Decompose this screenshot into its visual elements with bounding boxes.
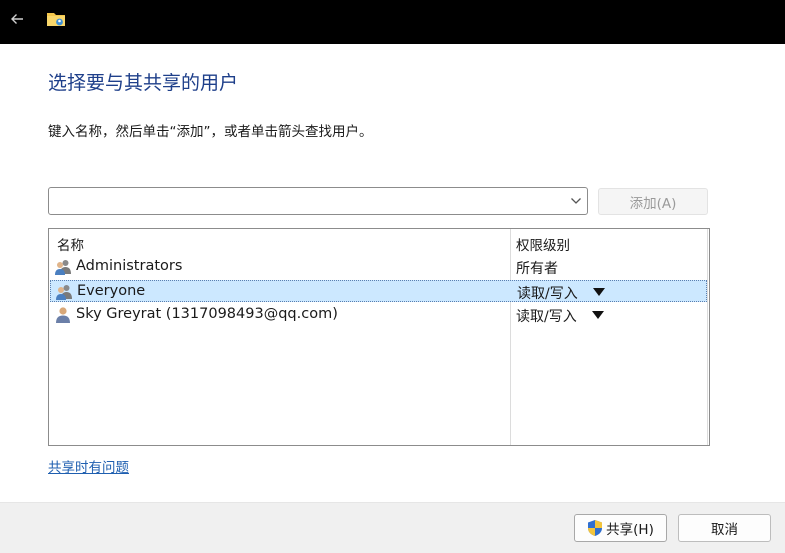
user-name: Everyone — [77, 283, 146, 299]
column-header-permission[interactable]: 权限级别 — [516, 234, 570, 254]
title-bar — [0, 0, 785, 44]
user-group-icon — [55, 260, 71, 275]
share-button[interactable]: 共享(H) — [574, 514, 667, 542]
permission-level: 所有者 — [516, 261, 558, 277]
dialog-footer: 共享(H) 取消 — [0, 502, 785, 553]
arrow-left-icon — [11, 14, 23, 24]
share-button-label: 共享(H) — [606, 522, 654, 538]
user-name-input[interactable] — [55, 191, 560, 211]
shared-folder-icon — [47, 13, 65, 26]
permission-level[interactable]: 读取/写入 — [516, 306, 577, 326]
instruction-text: 键入名称，然后单击“添加”，或者单击箭头查找用户。 — [48, 124, 373, 140]
sharing-help-link[interactable]: 共享时有问题 — [48, 456, 129, 476]
add-button[interactable]: 添加(A) — [598, 188, 708, 215]
user-name-combobox[interactable] — [48, 187, 588, 215]
combobox-dropdown-button[interactable] — [569, 194, 583, 208]
chevron-down-icon — [571, 198, 581, 204]
column-divider — [707, 229, 708, 445]
user-permissions-list[interactable]: 名称 权限级别 Administrators 所有者 Everyone 读取/写… — [48, 228, 710, 446]
column-header-name[interactable]: 名称 — [57, 234, 84, 254]
list-header: 名称 权限级别 — [49, 229, 709, 255]
caret-down-icon[interactable] — [592, 310, 604, 320]
user-row-everyone[interactable]: Everyone 读取/写入 — [50, 280, 707, 302]
page-title: 选择要与其共享的用户 — [48, 72, 239, 94]
user-icon — [56, 307, 70, 323]
user-group-icon — [56, 285, 72, 300]
cancel-button[interactable]: 取消 — [678, 514, 771, 542]
user-name: Sky Greyrat (1317098493@qq.com) — [76, 306, 338, 322]
back-button[interactable] — [4, 6, 30, 32]
caret-down-icon[interactable] — [593, 287, 605, 297]
permission-level[interactable]: 读取/写入 — [517, 283, 578, 303]
user-row-administrators[interactable]: Administrators 所有者 — [50, 256, 707, 278]
user-name: Administrators — [76, 258, 183, 274]
user-row-sky-greyrat[interactable]: Sky Greyrat (1317098493@qq.com) 读取/写入 — [50, 304, 707, 326]
uac-shield-icon — [588, 520, 603, 536]
